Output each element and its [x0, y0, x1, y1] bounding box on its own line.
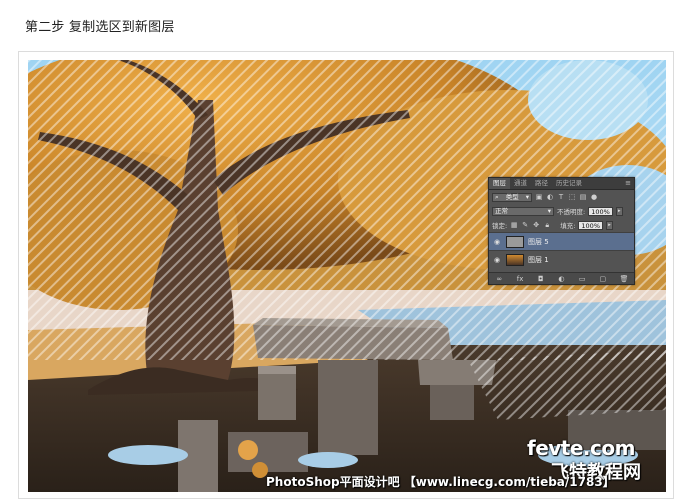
shape-filter-icon[interactable]: ⬚ — [568, 193, 576, 201]
blend-mode-select[interactable]: 正常 ▾ — [492, 206, 554, 216]
lock-all-icon[interactable]: 🔒︎ — [543, 221, 551, 229]
layer-name: 图层 1 — [528, 255, 549, 264]
panel-tabs: 图层 通道 路径 历史记录 ≡ — [489, 178, 634, 190]
filter-toggle-icon[interactable]: ● — [590, 193, 598, 201]
tab-history[interactable]: 历史记录 — [552, 178, 586, 189]
mask-icon[interactable]: ◘ — [537, 275, 545, 283]
fx-icon[interactable]: fx — [516, 275, 524, 283]
filter-type-select[interactable]: ⌕ 类型 ▾ — [492, 192, 532, 202]
step-title: 第二步 复制选区到新图层 — [25, 20, 175, 35]
adjustment-icon[interactable]: ◐ — [557, 275, 565, 283]
opacity-input[interactable]: 100% — [588, 206, 613, 216]
blend-row: 正常 ▾ 不透明度: 100% ▸ — [489, 204, 634, 218]
layer-name: 图层 5 — [528, 237, 549, 246]
opacity-label: 不透明度: — [557, 208, 586, 216]
fill-slider-button[interactable]: ▸ — [606, 220, 613, 230]
opacity-slider-button[interactable]: ▸ — [615, 206, 623, 216]
lock-row: 锁定: ▦ ✎ ✥ 🔒︎ 填充: 100% ▸ — [489, 218, 634, 232]
lock-position-icon[interactable]: ✥ — [532, 221, 540, 229]
image-filter-icon[interactable]: ▣ — [535, 193, 543, 201]
new-layer-icon[interactable]: ▢ — [599, 275, 607, 283]
eye-icon[interactable]: ◉ — [492, 256, 502, 264]
smart-object-filter-icon[interactable]: ▤ — [579, 193, 587, 201]
lock-label: 锁定: — [492, 222, 508, 230]
fill-input[interactable]: 100% — [578, 220, 603, 230]
layer-thumbnail — [506, 235, 524, 248]
adjustment-filter-icon[interactable]: ◐ — [546, 193, 554, 201]
link-icon[interactable]: ∞ — [495, 275, 503, 283]
lock-pixels-icon[interactable]: ✎ — [521, 221, 529, 229]
layers-panel: 图层 通道 路径 历史记录 ≡ ⌕ 类型 ▾ ▣ ◐ T ⬚ ▤ ● 正常 ▾ … — [488, 177, 635, 285]
trash-icon[interactable]: 🗑︎ — [620, 275, 629, 283]
tab-paths[interactable]: 路径 — [531, 178, 552, 189]
text-filter-icon[interactable]: T — [557, 193, 565, 201]
filter-type-label: 类型 — [505, 192, 519, 201]
watermark-fevte: fevte.com — [527, 436, 635, 460]
tab-channels[interactable]: 通道 — [510, 178, 531, 189]
fill-label: 填充: — [560, 222, 576, 230]
layer-row-1[interactable]: ◉ 图层 1 — [489, 250, 634, 268]
blend-mode-value: 正常 — [495, 206, 508, 215]
eye-icon[interactable]: ◉ — [492, 238, 502, 246]
chevron-down-icon: ▾ — [547, 206, 551, 215]
panel-menu-icon[interactable]: ≡ — [625, 179, 631, 188]
tab-layers[interactable]: 图层 — [489, 178, 510, 189]
folder-icon[interactable]: ▭ — [578, 275, 586, 283]
filter-row: ⌕ 类型 ▾ ▣ ◐ T ⬚ ▤ ● — [489, 190, 634, 204]
lock-transparent-icon[interactable]: ▦ — [510, 221, 518, 229]
watermark-bottom: PhotoShop平面设计吧 【www.linecg.com/tieba/178… — [266, 475, 615, 489]
layer-row-5[interactable]: ◉ 图层 5 — [489, 232, 634, 250]
panel-footer: ∞ fx ◘ ◐ ▭ ▢ 🗑︎ — [489, 272, 634, 284]
layer-thumbnail — [506, 253, 524, 266]
search-icon: ⌕ — [495, 192, 499, 201]
chevron-down-icon: ▾ — [525, 192, 529, 201]
